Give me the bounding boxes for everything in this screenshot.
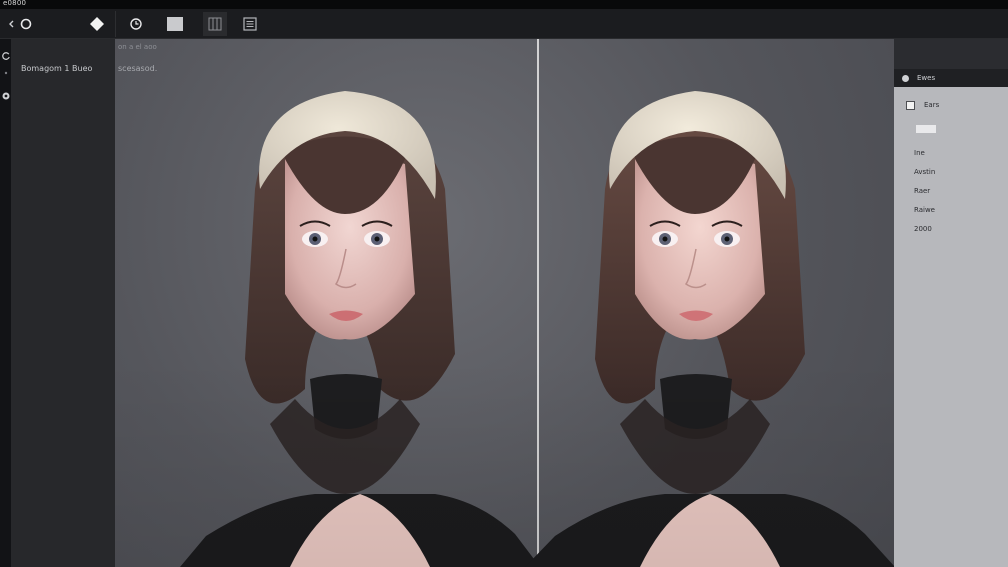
panel-header-text: Ewes [917,74,936,82]
panel-header-icon [902,74,909,82]
panel-item-1[interactable]: Avstin [914,168,935,176]
left-panel: Bomagom 1 Bueo [12,39,115,567]
square-icon [167,17,183,31]
panel-item-4[interactable]: 2000 [914,225,932,233]
diamond-icon [90,17,104,31]
diamond-tool-button[interactable] [87,14,107,34]
layer-label[interactable]: Bomagom 1 Bueo [21,64,92,73]
title-bar: e0800 [0,0,1008,9]
compare-canvas[interactable]: on a el aoo scesasod. [115,39,894,567]
grid-tool-button[interactable] [203,12,227,36]
refresh-icon[interactable] [1,51,11,61]
window-title: e0800 [3,0,27,7]
list-tool-button[interactable] [240,14,260,34]
rotate-button[interactable] [16,14,36,34]
canvas-zoom-text: scesasod. [118,64,158,73]
portrait-after-image [525,91,894,567]
time-button[interactable] [126,14,146,34]
top-toolbar [0,9,1008,39]
target-icon[interactable] [1,91,11,101]
square-tool-button[interactable] [165,14,185,34]
section-title: Ears [924,101,940,109]
dot-icon [4,71,8,75]
enable-checkbox[interactable] [906,101,915,110]
circle-icon [20,18,32,30]
grid-icon [208,17,222,31]
right-properties-panel: Ewes Ears Ine Avstin Raer Raiwe 2000 [894,39,1008,567]
panel-item-3[interactable]: Raiwe [914,206,935,214]
toolbar-separator [115,11,116,37]
clock-icon [130,18,142,30]
panel-header[interactable]: Ewes [894,69,1008,87]
value-input[interactable] [916,125,936,133]
panel-item-0[interactable]: Ine [914,149,925,157]
list-icon [243,17,257,31]
left-tool-rail [0,39,12,567]
canvas-breadcrumb: on a el aoo [118,43,157,51]
portrait-before-image [180,91,540,567]
panel-body: Ears Ine Avstin Raer Raiwe 2000 [894,87,1008,567]
panel-item-2[interactable]: Raer [914,187,930,195]
